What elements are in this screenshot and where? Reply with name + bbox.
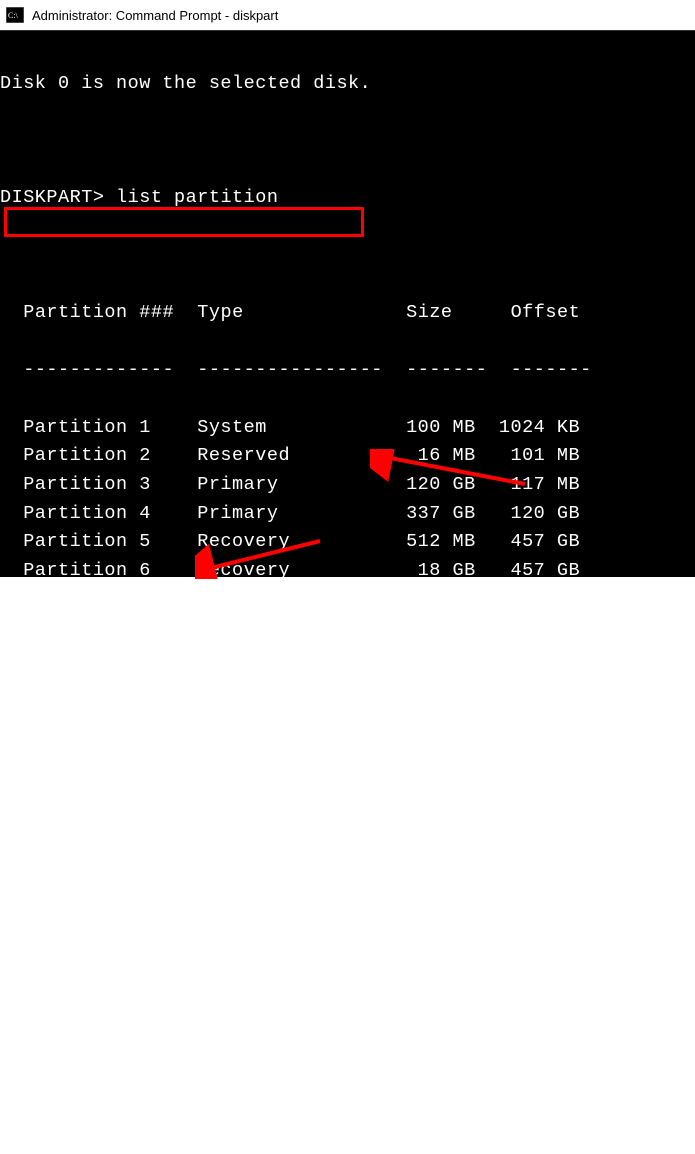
prompt: DISKPART> — [0, 703, 104, 724]
table-row: Partition 1 System 100 MB 1024 KB — [0, 414, 695, 443]
command-text: select partition 1 — [116, 703, 325, 724]
window-title: Administrator: Command Prompt - diskpart — [32, 8, 278, 23]
table-row: Partition 2 Reserved 16 MB 101 MB — [0, 442, 695, 471]
blank-line — [0, 643, 695, 672]
dash: ------- — [511, 359, 592, 380]
prompt-line: DISKPART> active — [0, 930, 695, 959]
dash: ------- — [406, 359, 487, 380]
col-header: Offset — [511, 302, 581, 323]
table-row: Partition 7 Recovery 1024 MB 475 GB — [0, 586, 695, 615]
command-text: active — [116, 933, 186, 954]
table-row: Partition 4 Primary 337 GB 120 GB — [0, 500, 695, 529]
command-text: list partition — [116, 187, 278, 208]
blank-line — [0, 758, 695, 787]
dash: ---------------- — [197, 359, 383, 380]
col-header: Partition ### — [23, 302, 174, 323]
table-row: Partition 5 Recovery 512 MB 457 GB — [0, 528, 695, 557]
col-header: Size — [406, 302, 452, 323]
blank-line — [0, 242, 695, 271]
svg-text:C:\: C:\ — [8, 11, 19, 20]
prompt: DISKPART> — [0, 933, 104, 954]
prompt: DISKPART> — [0, 187, 104, 208]
cmd-icon: C:\ — [6, 7, 24, 23]
output-line: Partition 1 is now the selected partitio… — [0, 815, 695, 844]
prompt-line: DISKPART> select partition 1 — [0, 700, 695, 729]
blank-line — [0, 127, 695, 156]
cursor — [186, 945, 196, 949]
dash: ------------- — [23, 359, 174, 380]
col-header: Type — [197, 302, 243, 323]
table-row: Partition 3 Primary 120 GB 117 MB — [0, 471, 695, 500]
prompt-line: DISKPART> list partition — [0, 184, 695, 213]
table-header: Partition ### Type Size Offset — [0, 299, 695, 328]
console-area[interactable]: Disk 0 is now the selected disk. DISKPAR… — [0, 31, 695, 577]
blank-line — [0, 872, 695, 901]
output-line: Disk 0 is now the selected disk. — [0, 70, 695, 99]
table-divider: ------------- ---------------- ------- -… — [0, 356, 695, 385]
table-row: Partition 6 Recovery 18 GB 457 GB — [0, 557, 695, 586]
titlebar[interactable]: C:\ Administrator: Command Prompt - disk… — [0, 0, 695, 31]
